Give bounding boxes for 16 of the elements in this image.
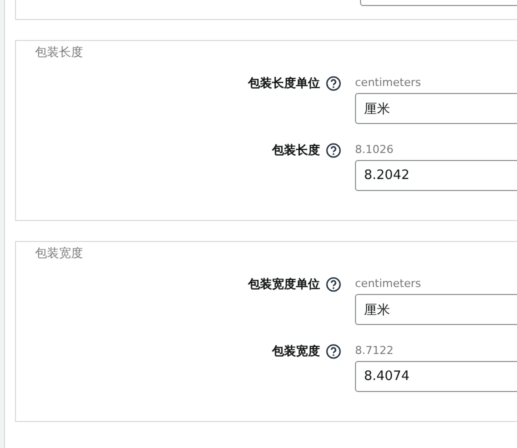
field-label: 包装宽度单位 [248, 276, 320, 292]
field-hint: 8.7122 [355, 343, 394, 359]
field-label: 包装宽度 [272, 343, 320, 359]
help-icon[interactable] [326, 276, 341, 292]
input-field[interactable]: 厘米 [355, 93, 517, 124]
help-icon[interactable] [326, 344, 341, 358]
field-hint: centimeters [355, 75, 421, 91]
field-label: 包装长度单位 [248, 75, 320, 91]
field-label: 包装长度 [272, 142, 320, 158]
field-hint: 8.1026 [355, 142, 394, 158]
help-icon[interactable] [326, 76, 341, 90]
field-hint: centimeters [355, 276, 421, 292]
input-field[interactable]: 8.4074 [355, 361, 517, 392]
input-field[interactable]: 厘米 [355, 294, 517, 325]
input-field[interactable]: 8.2042 [355, 160, 517, 191]
help-icon[interactable] [326, 142, 341, 158]
